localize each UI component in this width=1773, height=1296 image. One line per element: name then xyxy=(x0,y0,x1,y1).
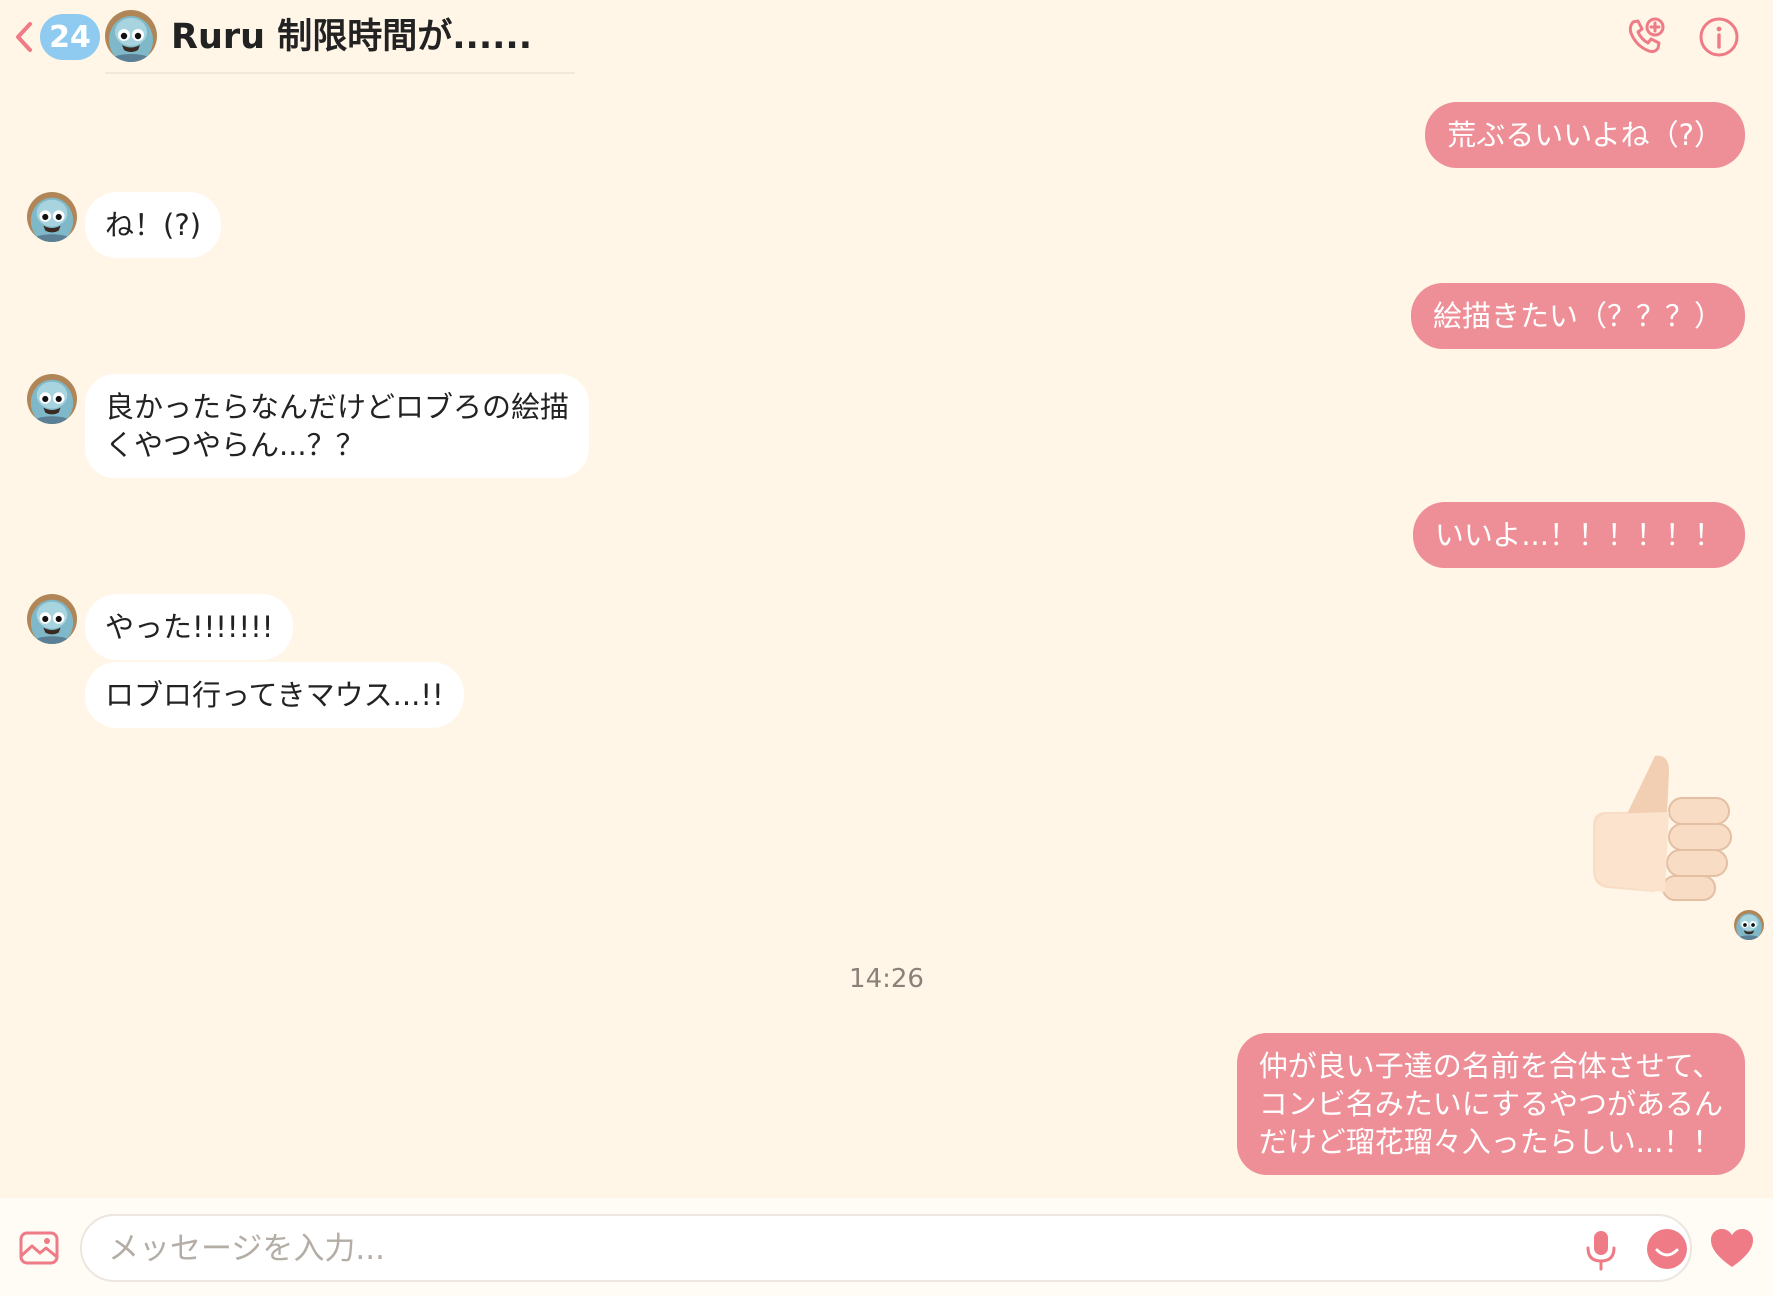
thumbs-up-sticker[interactable] xyxy=(1585,752,1735,912)
image-gallery-icon[interactable] xyxy=(18,1228,60,1268)
message-input-container[interactable] xyxy=(80,1214,1692,1282)
emoji-icon[interactable] xyxy=(1644,1226,1690,1272)
unread-count-badge: 24 xyxy=(40,14,100,60)
chevron-left-icon xyxy=(10,17,38,57)
chat-header: 24 Ruru 制限時間が...... xyxy=(0,0,1773,80)
incoming-message[interactable]: ね！(?) xyxy=(85,192,222,258)
incoming-message[interactable]: ロブロ行ってきマウス...!! xyxy=(85,662,464,728)
outgoing-message[interactable]: 絵描きたい（？？？） xyxy=(1410,283,1745,349)
outgoing-message[interactable]: いいよ...！！！！！！ xyxy=(1412,502,1745,568)
outgoing-message[interactable]: 仲が良い子達の名前を合体させて、 コンビ名みたいにするやつがあるん だけど瑠花瑠… xyxy=(1236,1033,1745,1175)
incoming-message[interactable]: 良かったらなんだけどロブろの絵描 くやつやらん...？？ xyxy=(85,374,590,478)
contact-avatar[interactable] xyxy=(27,594,77,644)
message-composer xyxy=(0,1198,1773,1296)
outgoing-message[interactable]: 荒ぶるいいよね（?） xyxy=(1425,102,1745,168)
message-input[interactable] xyxy=(106,1216,1550,1282)
microphone-icon[interactable] xyxy=(1581,1228,1621,1272)
read-receipt-avatar xyxy=(1734,910,1764,940)
info-icon[interactable] xyxy=(1696,14,1742,60)
message-list[interactable]: 荒ぶるいいよね（?） ね！(?) 絵描きたい（？？？） 良かったらなんだけどロブ… xyxy=(0,80,1773,1198)
back-button[interactable]: 24 xyxy=(10,12,102,62)
incoming-message[interactable]: やった!!!!!!! xyxy=(85,594,294,660)
contact-avatar[interactable] xyxy=(105,10,157,62)
message-timestamp: 14:26 xyxy=(849,964,924,994)
heart-icon[interactable] xyxy=(1708,1226,1756,1270)
phone-add-icon[interactable] xyxy=(1622,14,1668,60)
contact-avatar[interactable] xyxy=(27,192,77,242)
contact-avatar[interactable] xyxy=(27,374,77,424)
title-divider xyxy=(105,72,575,74)
chat-title[interactable]: Ruru 制限時間が...... xyxy=(171,12,532,62)
